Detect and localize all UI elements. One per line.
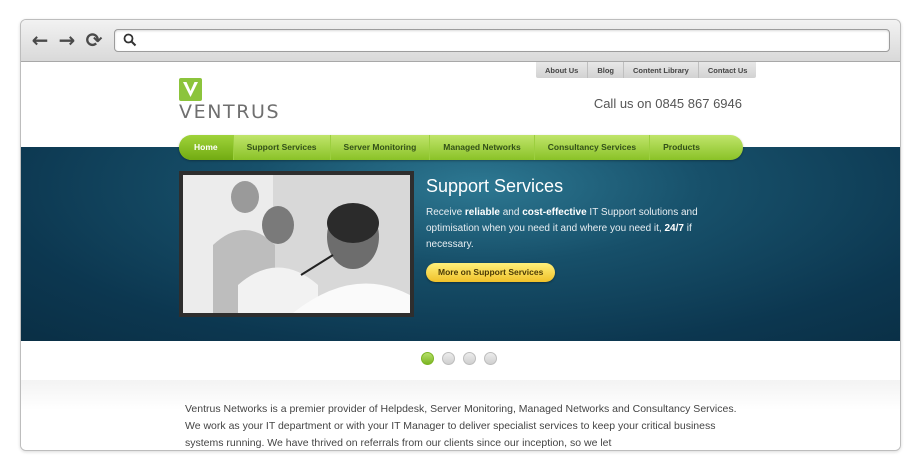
main-nav: Home Support Services Server Monitoring … [179,135,743,160]
logo-text: VENTRUS [179,101,281,123]
slider-dot-1[interactable] [421,352,434,365]
nav-consultancy-services[interactable]: Consultancy Services [535,135,651,160]
top-link-blog[interactable]: Blog [588,62,625,78]
nav-managed-networks[interactable]: Managed Networks [430,135,535,160]
top-links: About Us Blog Content Library Contact Us [536,62,757,78]
arrow-right-icon[interactable]: → [56,29,78,51]
search-icon [123,33,137,47]
address-bar[interactable] [114,29,890,52]
nav-home[interactable]: Home [179,135,234,160]
browser-toolbar: ← → ⟳ [21,20,900,62]
slider-dot-4[interactable] [484,352,497,365]
top-link-about[interactable]: About Us [536,62,589,78]
nav-server-monitoring[interactable]: Server Monitoring [331,135,431,160]
arrow-left-icon[interactable]: ← [29,29,51,51]
nav-products[interactable]: Products [650,135,713,160]
hero-title: Support Services [426,176,564,196]
site-logo[interactable]: VENTRUS [179,78,289,123]
intro-text: Ventrus Networks is a premier provider o… [185,403,737,449]
slider-dot-2[interactable] [442,352,455,365]
top-link-contact[interactable]: Contact Us [699,62,757,78]
nav-support-services[interactable]: Support Services [234,135,331,160]
hero-photo [179,171,414,317]
browser-window: ← → ⟳ About Us Blog Content Library Cont… [20,19,901,451]
reload-icon[interactable]: ⟳ [83,29,105,51]
web-page: About Us Blog Content Library Contact Us… [21,62,900,450]
slider-dots [421,352,497,365]
top-link-content-library[interactable]: Content Library [624,62,699,78]
slider-dot-3[interactable] [463,352,476,365]
phone-number: Call us on 0845 867 6946 [593,96,742,111]
support-services-button[interactable]: More on Support Services [426,263,556,282]
logo-mark-icon [179,78,202,101]
hero-description: Receive reliable and cost-effective IT S… [426,207,698,250]
hero-banner: Support Services Receive reliable and co… [21,147,900,341]
